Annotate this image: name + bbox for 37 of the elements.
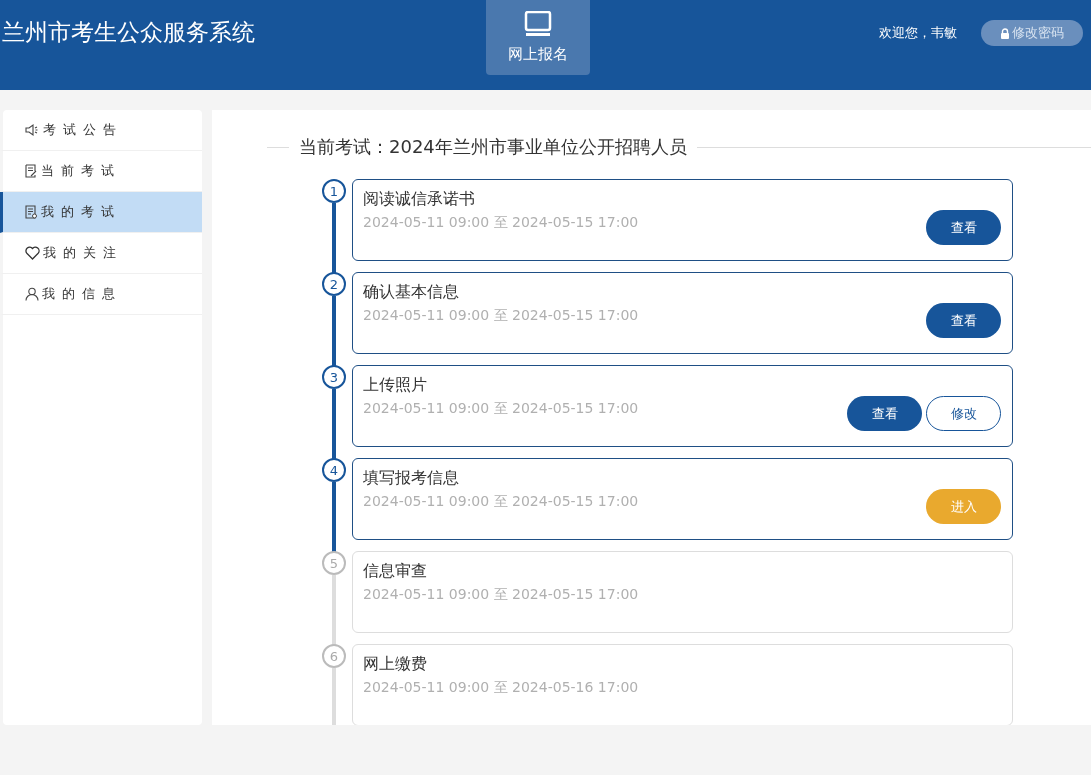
step-period: 2024-05-11 09:00 至 2024-05-15 17:00 bbox=[363, 586, 639, 604]
step-period: 2024-05-11 09:00 至 2024-05-15 17:00 bbox=[363, 493, 639, 511]
sidebar-item[interactable]: 我的关注 bbox=[0, 233, 202, 274]
step-title: 网上缴费 bbox=[363, 654, 428, 675]
step-period: 2024-05-11 09:00 至 2024-05-15 17:00 bbox=[363, 400, 639, 418]
step-period: 2024-05-11 09:00 至 2024-05-16 17:00 bbox=[363, 679, 639, 697]
nav-tab[interactable]: 网上报名 bbox=[486, 0, 590, 75]
step-number: 4 bbox=[322, 458, 346, 482]
step-action-button[interactable]: 查看 bbox=[926, 210, 1001, 245]
sidebar-item[interactable]: 我的信息 bbox=[0, 274, 202, 315]
exam-heading: 当前考试：2024年兰州市事业单位公开招聘人员 bbox=[299, 135, 687, 159]
step-number: 3 bbox=[322, 365, 346, 389]
user-icon bbox=[25, 287, 39, 301]
document-edit-icon bbox=[25, 164, 38, 178]
lock-icon bbox=[1000, 27, 1010, 39]
step-action-button[interactable]: 查看 bbox=[926, 303, 1001, 338]
step-title: 确认基本信息 bbox=[363, 282, 460, 303]
step-action-button[interactable]: 修改 bbox=[926, 396, 1001, 431]
monitor-icon bbox=[524, 11, 552, 37]
step-number: 2 bbox=[322, 272, 346, 296]
step-action-button[interactable]: 查看 bbox=[847, 396, 922, 431]
step-number: 1 bbox=[322, 179, 346, 203]
document-icon bbox=[25, 205, 38, 219]
step-number: 5 bbox=[322, 551, 346, 575]
welcome-text: 欢迎您，韦敏 bbox=[879, 24, 957, 42]
step-title: 信息审查 bbox=[363, 561, 428, 582]
site-title: 兰州市考生公众服务系统 bbox=[1, 18, 256, 47]
step-period: 2024-05-11 09:00 至 2024-05-15 17:00 bbox=[363, 214, 639, 232]
sidebar-item[interactable]: 考试公告 bbox=[0, 110, 202, 151]
step-period: 2024-05-11 09:00 至 2024-05-15 17:00 bbox=[363, 307, 639, 325]
speaker-icon bbox=[25, 123, 40, 137]
step-title: 上传照片 bbox=[363, 375, 428, 396]
step-title: 填写报考信息 bbox=[363, 468, 460, 489]
sidebar-item[interactable]: 我的考试 bbox=[0, 192, 202, 233]
heart-icon bbox=[25, 246, 40, 260]
step-number: 6 bbox=[322, 644, 346, 668]
step-title: 阅读诚信承诺书 bbox=[363, 189, 476, 210]
